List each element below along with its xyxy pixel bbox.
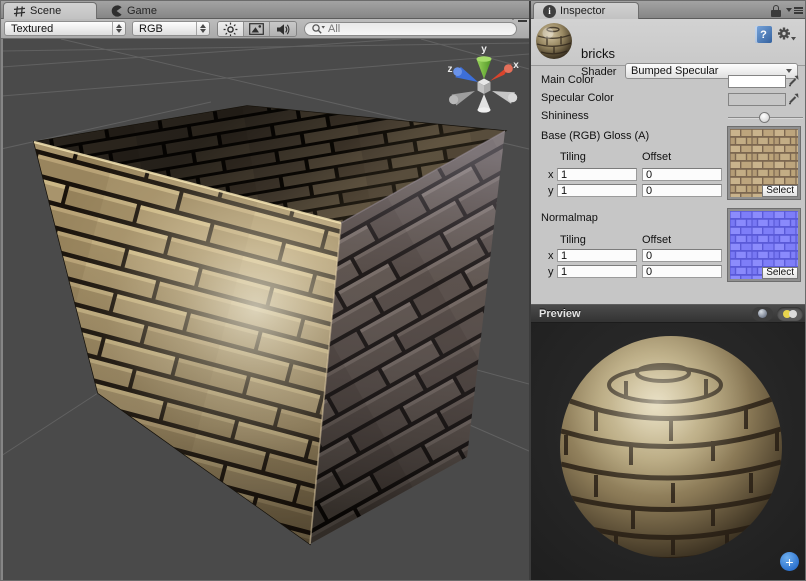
base-texture-thumbnail[interactable]: Select — [728, 127, 800, 199]
gear-icon[interactable] — [777, 26, 797, 43]
base-tiling-y-input[interactable] — [557, 184, 637, 197]
normal-select-button[interactable]: Select — [762, 267, 798, 279]
gizmo-x-label[interactable]: x — [513, 60, 519, 71]
shininess-label: Shininess — [541, 110, 589, 122]
tab-game[interactable]: Game — [101, 2, 167, 19]
preview-light-button[interactable] — [777, 307, 803, 321]
gizmo-y-axis[interactable] — [477, 56, 492, 79]
lighting-toggle-button[interactable] — [218, 22, 244, 36]
lock-icon[interactable] — [771, 5, 782, 17]
normal-tiling-label: Tiling — [560, 234, 586, 246]
base-x-label: x — [548, 169, 554, 181]
gizmo-cube — [478, 79, 491, 95]
specular-color-swatch[interactable] — [728, 93, 786, 106]
material-ball-icon — [535, 22, 573, 60]
specular-color-label: Specular Color — [541, 92, 614, 104]
preview-title: Preview — [539, 308, 752, 320]
base-offset-label: Offset — [642, 151, 671, 163]
popup-arrows-icon — [196, 22, 209, 35]
info-icon: i — [543, 5, 556, 18]
scene-search-input[interactable]: All — [304, 22, 517, 36]
base-y-label: y — [548, 185, 554, 197]
base-tiling-label: Tiling — [560, 151, 586, 163]
scene-canvas[interactable]: y x z — [3, 39, 529, 580]
base-map-label: Base (RGB) Gloss (A) — [541, 130, 649, 142]
shininess-slider[interactable] — [728, 111, 803, 124]
normal-y-label: y — [548, 266, 554, 278]
grid-icon — [13, 6, 26, 17]
normal-offset-x-input[interactable] — [642, 249, 722, 262]
normal-map-thumbnail[interactable]: Select — [728, 209, 800, 281]
gizmo-negative-axes[interactable] — [449, 91, 517, 113]
main-color-label: Main Color — [541, 74, 594, 86]
normal-offset-y-input[interactable] — [642, 265, 722, 278]
slider-handle[interactable] — [759, 112, 770, 123]
render-mode-dropdown[interactable]: RGB — [132, 21, 210, 36]
tab-strip: Scene Game i Inspector — [1, 1, 806, 19]
normal-map-label: Normalmap — [541, 212, 598, 224]
normal-tiling-x-input[interactable] — [557, 249, 637, 262]
tab-scene[interactable]: Scene — [3, 2, 97, 19]
eyedropper-icon[interactable] — [787, 91, 801, 105]
render-mode-value: RGB — [133, 23, 196, 35]
preview-sphere[interactable] — [531, 323, 806, 581]
tab-inspector[interactable]: i Inspector — [533, 2, 639, 19]
material-name: bricks — [581, 46, 615, 61]
preview-title-bar[interactable]: Preview — [531, 304, 806, 323]
inspector-menu-icon[interactable] — [786, 7, 803, 14]
base-select-button[interactable]: Select — [762, 185, 798, 197]
speaker-icon — [276, 23, 291, 36]
audio-toggle-button[interactable] — [270, 22, 296, 36]
scene-toolbar: Textured RGB — [1, 19, 529, 39]
brick-cube[interactable] — [34, 106, 505, 544]
eyedropper-icon[interactable] — [787, 73, 801, 87]
draw-mode-dropdown[interactable]: Textured — [4, 21, 126, 36]
gizmo-z-axis[interactable] — [453, 67, 478, 82]
gizmo-x-axis[interactable] — [490, 63, 513, 81]
gizmo-y-label[interactable]: y — [481, 44, 487, 55]
material-header: bricks Shader Bumped Specular ? — [531, 19, 806, 66]
scene-viewport[interactable]: y x z — [1, 39, 529, 581]
white-light-icon — [789, 310, 797, 318]
gizmo-z-label[interactable]: z — [448, 64, 453, 75]
scene-search-value: All — [328, 23, 340, 35]
image-icon — [249, 23, 264, 35]
tab-inspector-label: Inspector — [560, 5, 605, 17]
shader-value: Bumped Specular — [631, 65, 718, 77]
base-offset-y-input[interactable] — [642, 184, 722, 197]
draw-mode-value: Textured — [5, 23, 112, 35]
orientation-gizmo[interactable]: y x z — [448, 44, 520, 113]
game-icon — [110, 4, 123, 17]
scene-toggle-group — [217, 21, 297, 37]
base-offset-x-input[interactable] — [642, 168, 722, 181]
add-button[interactable]: + — [780, 552, 799, 571]
tab-scene-label: Scene — [30, 5, 61, 17]
popup-arrows-icon — [112, 22, 125, 35]
normal-x-label: x — [548, 250, 554, 262]
main-color-swatch[interactable] — [728, 75, 786, 88]
mesh-preview-button[interactable] — [752, 307, 773, 321]
help-icon[interactable]: ? — [755, 26, 772, 43]
tab-game-label: Game — [127, 5, 157, 17]
skybox-toggle-button[interactable] — [244, 22, 270, 36]
panel-divider[interactable] — [529, 1, 531, 581]
sun-icon — [223, 22, 238, 37]
unity-editor-window: Scene Game i Inspector Textured RGB — [0, 0, 806, 581]
normal-offset-label: Offset — [642, 234, 671, 246]
search-icon — [311, 23, 325, 35]
material-preview-area[interactable]: + — [531, 323, 806, 581]
sphere-icon — [758, 309, 767, 318]
normal-tiling-y-input[interactable] — [557, 265, 637, 278]
inspector-panel: bricks Shader Bumped Specular ? Main Col… — [531, 1, 806, 581]
base-tiling-x-input[interactable] — [557, 168, 637, 181]
